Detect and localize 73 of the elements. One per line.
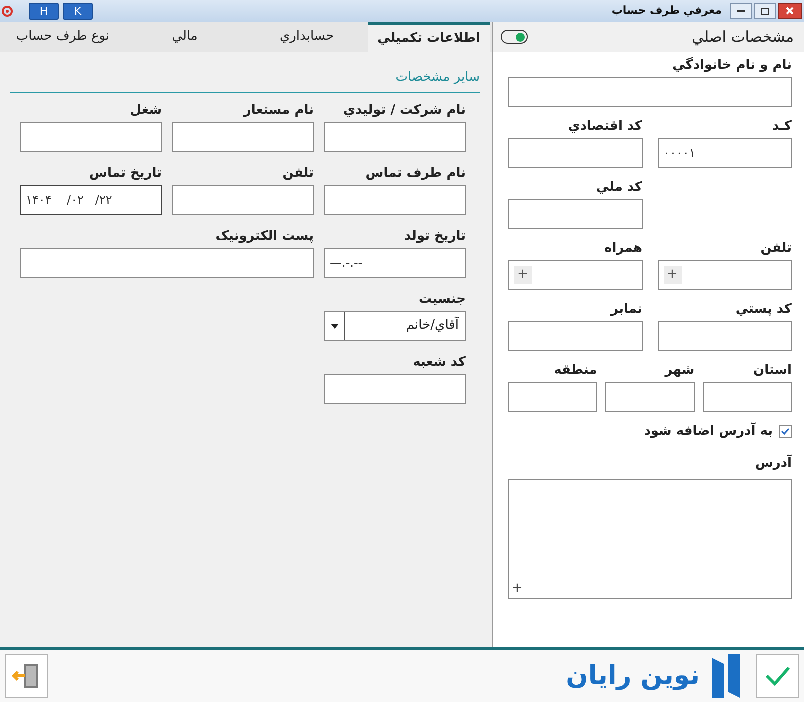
input-field[interactable] bbox=[658, 321, 792, 351]
checkbox-label: به آدرس اضافه شود bbox=[644, 422, 773, 441]
field-label: کد شعبه bbox=[413, 355, 466, 371]
field-label: تاريخ تولد bbox=[404, 229, 466, 245]
maximize-icon bbox=[761, 8, 769, 14]
field-label: منطقه bbox=[554, 363, 598, 379]
input-field[interactable] bbox=[605, 382, 695, 412]
field-label: نمابر bbox=[611, 302, 642, 318]
toolbar-button[interactable]: K bbox=[63, 2, 93, 20]
field-label: کد اقتصادي bbox=[568, 119, 642, 135]
field-label: تاريخ تماس bbox=[90, 166, 162, 182]
field-label: نام مستعار bbox=[244, 103, 314, 119]
input-field[interactable]: + bbox=[508, 260, 642, 290]
field-label: همراه bbox=[604, 241, 642, 257]
panel-title: مشخصات اصلي bbox=[692, 26, 794, 48]
input-field[interactable] bbox=[508, 77, 792, 107]
toggle-switch[interactable] bbox=[501, 30, 528, 44]
close-button[interactable] bbox=[778, 3, 802, 19]
input-field[interactable] bbox=[324, 185, 466, 215]
confirm-button[interactable] bbox=[756, 654, 799, 698]
tab[interactable]: حسابداري bbox=[246, 22, 368, 52]
field-label: کد ملي bbox=[596, 180, 642, 196]
brand-name: نوين رايان bbox=[566, 663, 700, 689]
exit-button[interactable] bbox=[5, 654, 48, 698]
minimize-icon bbox=[737, 10, 745, 12]
plus-button[interactable]: + bbox=[664, 266, 682, 284]
input-field[interactable] bbox=[20, 248, 314, 278]
input-field[interactable] bbox=[324, 122, 466, 152]
close-icon bbox=[786, 7, 794, 15]
minimize-button[interactable] bbox=[730, 3, 752, 19]
tab[interactable]: نوع طرف حساب bbox=[2, 22, 124, 52]
input-field[interactable]: —.-.-- bbox=[324, 248, 466, 278]
input-field[interactable] bbox=[508, 138, 642, 168]
input-field[interactable] bbox=[508, 321, 642, 351]
field-label: شغل bbox=[130, 103, 162, 119]
maximize-button[interactable] bbox=[754, 3, 776, 19]
input-field[interactable] bbox=[324, 374, 466, 404]
field-label: آدرس bbox=[754, 454, 792, 472]
plus-button[interactable]: + bbox=[514, 266, 532, 284]
input-field[interactable]: ۰۰۰۰۱ bbox=[658, 138, 792, 168]
input-field[interactable] bbox=[508, 199, 642, 229]
field-label: نام شرکت / توليدي bbox=[344, 103, 466, 119]
dropdown[interactable]: آقاي/خانم bbox=[324, 311, 466, 341]
checkmark-icon bbox=[764, 666, 790, 686]
input-field[interactable] bbox=[508, 382, 598, 412]
check-icon bbox=[781, 428, 790, 436]
input-field[interactable] bbox=[20, 122, 162, 152]
checkbox[interactable] bbox=[779, 425, 792, 438]
field-label: استان bbox=[753, 363, 792, 379]
field-label: نام و نام خانوادگي bbox=[672, 58, 792, 74]
field-label: شهر bbox=[665, 363, 695, 379]
field-label: نام طرف تماس bbox=[366, 166, 466, 182]
input-field[interactable] bbox=[172, 185, 314, 215]
section-title: ساير مشخصات bbox=[396, 70, 480, 85]
input-field[interactable] bbox=[702, 382, 792, 412]
input-field[interactable]: ۱۴۰۴ /۰۲ /۲۲ bbox=[20, 185, 162, 215]
field-label: کـد bbox=[772, 119, 792, 135]
field-label: کد پستي bbox=[736, 302, 792, 318]
tab[interactable]: اطلاعات تکميلي bbox=[368, 22, 490, 52]
tab[interactable]: مالي bbox=[124, 22, 246, 52]
plus-button[interactable]: + bbox=[512, 582, 523, 595]
field-label: تلفن bbox=[282, 166, 314, 182]
field-label: پست الکترونيک bbox=[216, 229, 314, 245]
input-field[interactable] bbox=[172, 122, 314, 152]
toolbar-button[interactable]: H bbox=[29, 2, 59, 20]
field-label: تلفن bbox=[760, 241, 792, 257]
logo-icon bbox=[710, 654, 742, 698]
field-label: جنسيت bbox=[419, 292, 466, 308]
address-field[interactable]: + bbox=[508, 479, 792, 599]
caret-icon bbox=[330, 324, 338, 328]
window-title: معرفي طرف حساب bbox=[612, 2, 722, 19]
input-field[interactable]: + bbox=[658, 260, 792, 290]
app-icon bbox=[2, 6, 13, 16]
